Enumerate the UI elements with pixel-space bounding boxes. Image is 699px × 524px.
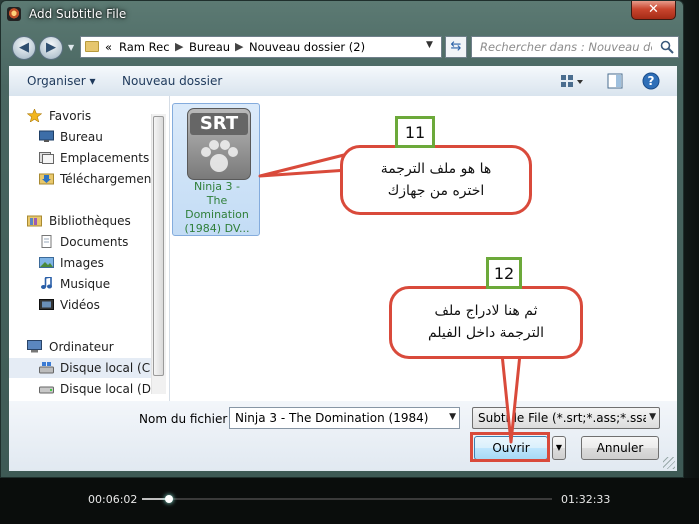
organize-button[interactable]: Organiser ▾: [27, 74, 96, 88]
filename-value: Ninja 3 - The Domination (1984) DVDRi: [235, 411, 431, 425]
close-button[interactable]: ✕: [631, 1, 676, 20]
navigation-pane: Favoris Bureau Emplacements ré Télécharg…: [9, 96, 170, 401]
sidebar-item-disk-d[interactable]: Disque local (D:): [9, 379, 151, 399]
sidebar-group-computer[interactable]: Ordinateur: [9, 337, 151, 357]
chevron-right-icon[interactable]: ▶: [235, 40, 243, 53]
pictures-icon: [39, 257, 54, 268]
address-overflow[interactable]: «: [105, 40, 112, 54]
sidebar-group-libraries[interactable]: Bibliothèques: [9, 211, 151, 231]
search-placeholder: Rechercher dans : Nouveau do...: [480, 40, 652, 54]
sidebar-item-bureau[interactable]: Bureau: [9, 127, 151, 147]
back-button[interactable]: ◀: [12, 36, 36, 60]
paw-icon: [201, 140, 238, 172]
search-input[interactable]: Rechercher dans : Nouveau do...: [471, 36, 679, 58]
sidebar-item-documents[interactable]: Documents: [9, 232, 151, 252]
file-browser-content: Favoris Bureau Emplacements ré Télécharg…: [9, 96, 677, 401]
dialog-footer: Nom du fichier : Ninja 3 - The Dominatio…: [9, 401, 677, 471]
search-icon[interactable]: [660, 40, 674, 54]
recent-places-icon: [39, 152, 54, 164]
address-bar[interactable]: « Ram Rec ▶ Bureau ▶ Nouveau dossier (2)…: [80, 36, 442, 58]
annotation-callout-12: ثم هنا لادراج ملف الترجمة داخل الفيلم: [389, 286, 583, 359]
srt-icon-label: SRT: [190, 113, 248, 135]
drive-icon: [39, 386, 54, 394]
view-options-icon[interactable]: [559, 72, 585, 90]
cancel-button[interactable]: Annuler: [581, 436, 659, 460]
window-title: Add Subtitle File: [29, 7, 127, 21]
sidebar-item-music[interactable]: Musique: [9, 274, 151, 294]
filename-input[interactable]: Ninja 3 - The Domination (1984) DVDRi ▼: [229, 407, 460, 429]
forward-button[interactable]: ▶: [39, 36, 63, 60]
documents-icon: [41, 235, 52, 248]
chevron-down-icon[interactable]: ▼: [449, 412, 456, 422]
file-name: Ninja 3 - The Domination (1984) DV...: [184, 180, 250, 235]
step-badge-11: 11: [395, 116, 435, 148]
breadcrumb-ram-rec[interactable]: Ram Rec: [119, 40, 170, 54]
downloads-folder-icon: [39, 173, 54, 185]
desktop-icon: [39, 130, 54, 142]
annotation-pointer-12: [500, 352, 522, 444]
step-badge-12: 12: [486, 257, 522, 289]
help-icon[interactable]: ?: [642, 72, 660, 90]
command-toolbar: Organiser ▾ Nouveau dossier ?: [9, 66, 677, 97]
computer-icon: [27, 340, 42, 353]
app-icon: [7, 7, 21, 21]
refresh-button[interactable]: ⇆: [445, 36, 467, 58]
new-folder-button[interactable]: Nouveau dossier: [122, 74, 222, 88]
total-time: 01:32:33: [561, 493, 611, 506]
sidebar-group-favorites[interactable]: Favoris: [9, 106, 151, 126]
sidebar-scrollbar-thumb[interactable]: [153, 116, 164, 376]
seek-bar[interactable]: [142, 495, 552, 503]
music-icon: [41, 277, 52, 289]
sidebar-item-disk-c[interactable]: Disque local (C:): [9, 358, 151, 378]
sidebar-item-images[interactable]: Images: [9, 253, 151, 273]
chevron-down-icon[interactable]: ▼: [649, 412, 656, 422]
sidebar-item-downloads[interactable]: Téléchargements: [9, 169, 151, 189]
current-time: 00:06:02: [88, 493, 138, 506]
breadcrumb-bureau[interactable]: Bureau: [189, 40, 230, 54]
star-icon: [27, 109, 42, 122]
seek-bar-handle[interactable]: [164, 495, 173, 503]
videos-icon: [39, 299, 54, 310]
srt-file-icon: SRT: [187, 108, 251, 180]
filename-label: Nom du fichier :: [139, 412, 236, 426]
svg-text:?: ?: [648, 74, 655, 88]
sidebar-item-videos[interactable]: Vidéos: [9, 295, 151, 315]
file-item-srt[interactable]: SRT Ninja 3 - The Domination (1984) DV..…: [172, 103, 260, 236]
preview-pane-icon[interactable]: [606, 72, 624, 90]
system-drive-icon: [39, 362, 54, 374]
address-dropdown-icon[interactable]: ▼: [426, 40, 433, 50]
add-subtitle-dialog: Add Subtitle File ✕ ◀ ▶ ▼ « Ram Rec ▶ Bu…: [0, 0, 684, 478]
open-options-button[interactable]: ▼: [552, 436, 566, 460]
folder-icon: [85, 41, 99, 52]
resize-grip[interactable]: [663, 457, 675, 469]
libraries-icon: [27, 215, 42, 227]
recent-locations-dropdown[interactable]: ▼: [68, 43, 74, 52]
annotation-callout-11: ها هو ملف الترجمة اختره من جهازك: [340, 145, 532, 215]
chevron-right-icon[interactable]: ▶: [175, 40, 183, 53]
breadcrumb-nouveau-dossier[interactable]: Nouveau dossier (2): [249, 40, 365, 54]
sidebar-scrollbar[interactable]: [151, 114, 166, 394]
sidebar-item-recent-places[interactable]: Emplacements ré: [9, 148, 151, 168]
